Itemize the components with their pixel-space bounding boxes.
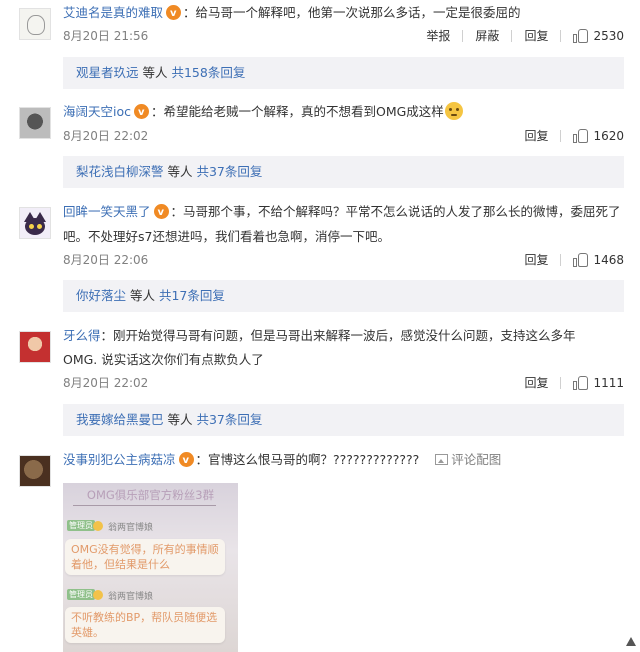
reply-count-link[interactable]: 共158条回复 — [171, 65, 245, 80]
vip-badge-icon — [178, 450, 194, 472]
thumbs-up-icon — [573, 376, 589, 390]
reply-user-link[interactable]: 梨花浅白柳深警 — [76, 164, 164, 179]
reply-summary[interactable]: 你好落尘 等人 共17条回复 — [63, 280, 624, 312]
reply-count-link[interactable]: 共17条回复 — [159, 288, 225, 303]
scroll-up-icon[interactable] — [626, 637, 636, 646]
avatar[interactable] — [19, 207, 51, 239]
chat-message: OMG没有觉得，所有的事情顺着他，但结果是什么 — [65, 539, 225, 575]
reply-user-link[interactable]: 我要嫁给黑曼巴 — [76, 412, 164, 427]
comment-text: ：刚开始觉得马哥有问题，但是马哥出来解释一波后，感觉没什么问题，支持这么多年 — [100, 328, 576, 343]
avatar[interactable] — [19, 8, 51, 40]
reply-summary[interactable]: 观星者玖远 等人 共158条回复 — [63, 57, 624, 89]
comment-text: ：希望能给老贼一个解释，真的不想看到OMG成这样 — [151, 104, 444, 119]
star-icon — [93, 590, 103, 600]
username[interactable]: 海阔天空ioc — [63, 104, 131, 119]
avatar[interactable] — [19, 331, 51, 363]
admin-tag: 管理员 — [67, 520, 95, 531]
username[interactable]: 牙么得 — [63, 328, 101, 343]
sender-name: 翁两官博娘 — [108, 523, 154, 533]
like-button[interactable]: 1620 — [561, 126, 624, 146]
reply-button[interactable]: 回复 — [512, 250, 560, 270]
username[interactable]: 艾迪名是真的难取 — [63, 5, 163, 20]
comment-text-cont: OMG. 说实话这次你们有点欺负人了 — [63, 352, 264, 367]
reply-button[interactable]: 回复 — [512, 26, 560, 46]
admin-tag: 管理员 — [67, 589, 95, 600]
reply-user-link[interactable]: 你好落尘 — [76, 288, 126, 303]
like-button[interactable]: 1468 — [561, 250, 624, 270]
chat-message: 不听教练的BP，帮队员随便选英雄。 — [65, 607, 225, 643]
like-count: 1468 — [593, 253, 624, 267]
avatar[interactable] — [19, 107, 51, 139]
comment-text: ：官博这么恨马哥的啊？????????????? — [195, 452, 420, 467]
comment-text: ：马哥那个事，不给个解释吗？平常不怎么说话的人发了那么长的微博，委屈死了 — [170, 204, 621, 219]
timestamp: 8月20日 22:06 — [63, 253, 149, 267]
block-button[interactable]: 屏蔽 — [463, 26, 511, 46]
picture-icon — [435, 454, 449, 465]
timestamp: 8月20日 22:02 — [63, 376, 149, 390]
reply-button[interactable]: 回复 — [512, 373, 560, 393]
comment-image-link[interactable]: 评论配图 — [435, 452, 501, 467]
star-icon — [93, 521, 103, 531]
reply-count-link[interactable]: 共37条回复 — [196, 164, 262, 179]
timestamp: 8月20日 21:56 — [63, 29, 149, 43]
like-button[interactable]: 2530 — [561, 26, 624, 46]
thumbs-up-icon — [573, 253, 589, 267]
timestamp: 8月20日 22:02 — [63, 129, 149, 143]
avatar[interactable] — [19, 455, 51, 487]
like-button[interactable]: 1111 — [561, 373, 624, 393]
reply-count-link[interactable]: 共37条回复 — [196, 412, 262, 427]
vip-badge-icon — [153, 202, 169, 224]
emoji-icon — [444, 102, 463, 120]
comment-image[interactable]: OMG俱乐部官方粉丝3群 管理员 翁两官博娘 OMG没有觉得，所有的事情顺着他，… — [63, 483, 238, 652]
like-count: 2530 — [593, 29, 624, 43]
report-button[interactable]: 举报 — [414, 26, 462, 46]
thumbs-up-icon — [573, 129, 589, 143]
username[interactable]: 没事别犯公主病菇凉 — [63, 452, 176, 467]
like-count: 1111 — [593, 376, 624, 390]
reply-button[interactable]: 回复 — [512, 126, 560, 146]
username[interactable]: 回眸一笑天黑了 — [63, 204, 151, 219]
reply-summary[interactable]: 我要嫁给黑曼巴 等人 共37条回复 — [63, 404, 624, 436]
sender-name: 翁两官博娘 — [108, 592, 154, 602]
divider — [73, 505, 216, 506]
thumbs-up-icon — [573, 29, 589, 43]
chat-group-title: OMG俱乐部官方粉丝3群 — [86, 488, 215, 502]
like-count: 1620 — [593, 129, 624, 143]
comment-text: ：给马哥一个解释吧，他第一次说那么多话，一定是很委屈的 — [183, 5, 521, 20]
comment-text-cont: 吧。不处理好s7还想进吗，我们看着也急啊，消停一下吧。 — [63, 229, 390, 244]
vip-badge-icon — [166, 3, 182, 25]
reply-user-link[interactable]: 观星者玖远 — [76, 65, 139, 80]
reply-summary[interactable]: 梨花浅白柳深警 等人 共37条回复 — [63, 156, 624, 188]
vip-badge-icon — [134, 102, 149, 124]
